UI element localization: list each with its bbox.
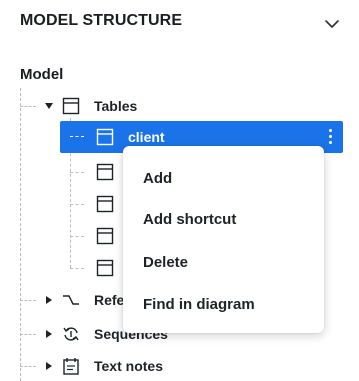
table-icon — [96, 128, 114, 146]
note-icon — [63, 358, 79, 375]
tree-guide — [70, 136, 84, 137]
tree-guide — [70, 204, 84, 205]
tree-item-label: client — [128, 129, 165, 145]
tree-root-model[interactable]: Model — [20, 66, 63, 83]
panel-header: MODEL STRUCTURE — [20, 10, 350, 36]
tree-item-label: Tables — [94, 98, 138, 114]
reference-icon — [63, 295, 79, 305]
menu-item-add-shortcut[interactable]: Add shortcut — [123, 199, 324, 239]
caret-right-icon[interactable] — [44, 295, 54, 305]
tree-guide — [20, 300, 36, 301]
table-icon[interactable] — [96, 163, 114, 181]
menu-item-delete[interactable]: Delete — [123, 242, 324, 282]
caret-right-icon[interactable] — [44, 361, 54, 371]
tree-guide — [20, 88, 21, 381]
tree-guide — [70, 268, 84, 269]
panel-title: MODEL STRUCTURE — [20, 12, 183, 29]
tree-item-tables[interactable]: Tables — [44, 92, 137, 120]
tree-item-text-notes[interactable]: Text notes — [44, 352, 163, 380]
sequence-icon — [63, 327, 79, 341]
table-icon — [62, 97, 80, 115]
tree-guide — [70, 172, 84, 173]
table-icon[interactable] — [96, 195, 114, 213]
chevron-down-icon[interactable] — [324, 16, 340, 32]
menu-item-add[interactable]: Add — [123, 158, 324, 198]
tree-guide — [20, 106, 36, 107]
tree-item-references[interactable]: Refe — [44, 286, 124, 314]
menu-item-find-in-diagram[interactable]: Find in diagram — [123, 284, 324, 324]
table-icon[interactable] — [96, 259, 114, 277]
tree-guide — [70, 236, 84, 237]
table-icon[interactable] — [96, 227, 114, 245]
more-vertical-icon[interactable] — [329, 129, 333, 145]
context-menu: Add Add shortcut Delete Find in diagram — [123, 146, 324, 333]
tree-guide — [20, 334, 36, 335]
tree-item-label: Refe — [94, 292, 125, 308]
tree-guide — [20, 366, 36, 367]
tree-item-label: Text notes — [94, 358, 163, 374]
caret-down-icon[interactable] — [44, 101, 54, 111]
caret-right-icon[interactable] — [44, 329, 54, 339]
